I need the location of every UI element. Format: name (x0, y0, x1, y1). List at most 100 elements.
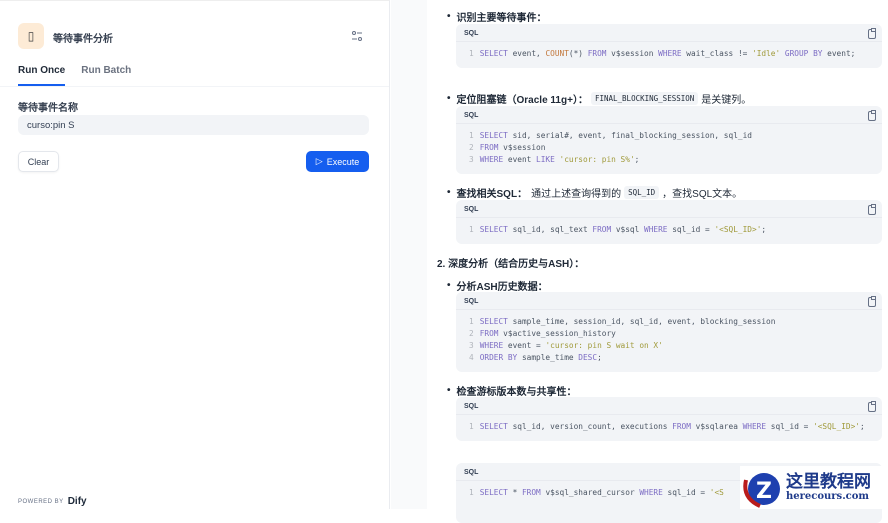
code-token: sid, serial#, event, final_blocking_sess… (507, 131, 752, 140)
bullet-2-title: 定位阻塞链（Oracle 11g+）： (456, 95, 588, 106)
code-token: '<SQL_ID>' (813, 422, 860, 431)
bullet-1: 识别主要等待事件： (447, 9, 547, 24)
section-heading: 2. 深度分析（结合历史与ASH）： (437, 259, 585, 270)
line-number: 1 (469, 131, 474, 140)
code-token: '<S (709, 488, 724, 497)
code-token: v$active_session_history (498, 329, 616, 338)
bullet-4: 分析ASH历史数据： (447, 278, 548, 293)
watermark-url: herecours.com (786, 491, 870, 502)
code-block: SQL 1 SELECT sql_id, sql_text FROM v$sql W… (456, 200, 882, 244)
code-token: FROM (521, 488, 541, 497)
code-token: GROUP BY (784, 49, 823, 58)
code-lang: SQL (464, 403, 479, 410)
code-token: sql_id, sql_text (507, 225, 593, 234)
code-content: 1 SELECT sample_time, session_id, sql_id,… (456, 310, 882, 372)
code-lang: SQL (464, 206, 479, 213)
code-block: SQL 1 SELECT sid, serial#, event, final_bl… (456, 106, 882, 174)
code-token: WHERE (742, 422, 767, 431)
tab-run-batch[interactable]: Run Batch (81, 65, 131, 86)
code-token: SELECT (479, 131, 508, 140)
line-number: 1 (469, 422, 474, 431)
code-token: SELECT (479, 488, 508, 497)
copy-icon[interactable] (868, 295, 876, 307)
code-token: FROM (479, 143, 499, 152)
code-token: LIKE (536, 155, 555, 164)
line-number: 2 (469, 143, 474, 152)
code-token: ; (597, 353, 602, 362)
copy-icon[interactable] (868, 400, 876, 412)
copy-icon[interactable] (868, 203, 876, 215)
code-lang: SQL (464, 112, 479, 119)
code-token: ; (634, 155, 640, 164)
code-token: WHERE (479, 341, 504, 350)
watermark-logo-icon: Z (743, 472, 780, 508)
field-label: 等待事件名称 (18, 103, 78, 114)
wait-event-input[interactable] (18, 115, 369, 135)
code-content: 1 SELECT sql_id, version_count, execution… (456, 415, 882, 441)
code-token: '<SQL_ID>' (714, 225, 762, 234)
code-block: SQL 1 SELECT sample_time, session_id, sql_… (456, 292, 882, 372)
line-number: 3 (469, 155, 474, 164)
line-number: 1 (469, 488, 474, 497)
code-token: 'Idle' (752, 49, 781, 58)
code-token: sql_id = (667, 225, 715, 234)
copy-icon[interactable] (868, 109, 876, 121)
bullet-3: 查找相关SQL：通过上述查询得到的SQL_ID，查找SQL文本。 (447, 185, 742, 200)
code-token: ; (761, 225, 767, 234)
inline-code: FINAL_BLOCKING_SESSION (590, 92, 699, 105)
code-token: WHERE (479, 155, 504, 164)
code-token: ORDER BY (479, 353, 518, 362)
code-token: sql_id = (662, 488, 710, 497)
clear-button[interactable]: Clear (18, 151, 59, 172)
bullet-2-text: 是关键列。 (701, 95, 752, 106)
code-token: FROM (592, 225, 612, 234)
line-number: 1 (469, 225, 474, 234)
play-icon: ▷ (315, 156, 323, 166)
execute-button[interactable]: ▷ Execute (306, 151, 369, 172)
copy-icon[interactable] (868, 27, 876, 39)
code-token: SELECT (479, 422, 508, 431)
code-token: event; (822, 49, 856, 58)
powered-by: POWERED BY Dify (18, 496, 87, 507)
code-token: SELECT (479, 49, 508, 58)
line-number: 3 (469, 341, 474, 350)
code-block: SQL 1 SELECT event, COUNT(*) FROM v$sessio… (456, 24, 882, 68)
code-token: event (503, 155, 537, 164)
code-token: event = (503, 341, 546, 350)
code-token: DESC (578, 353, 598, 362)
code-block: SQL 1 SELECT sql_id, version_count, execut… (456, 397, 882, 441)
code-token: ; (859, 422, 865, 431)
code-token: v$sql_shared_cursor (540, 488, 640, 497)
code-token: event, (507, 49, 546, 58)
code-content: 1 SELECT sql_id, sql_text FROM v$sql WHER… (456, 218, 882, 244)
code-token: SELECT (479, 225, 508, 234)
code-token: v$session (498, 143, 546, 152)
line-number: 4 (469, 353, 474, 362)
bullet-3-rest: ，查找SQL文本。 (662, 189, 743, 200)
settings-sliders-icon[interactable] (351, 30, 363, 42)
svg-text:Z: Z (756, 479, 772, 504)
code-token: 'cursor: pin S wait on X' (545, 341, 663, 350)
inline-code: SQL_ID (624, 186, 660, 199)
code-token: COUNT (545, 49, 569, 58)
code-token: WHERE (639, 488, 663, 497)
code-token: * (507, 488, 522, 497)
tab-run-once[interactable]: Run Once (18, 65, 66, 86)
tab-divider (0, 86, 389, 87)
code-content: 1 SELECT event, COUNT(*) FROM v$session W… (456, 42, 882, 68)
code-token: sample_time, session_id, sql_id, event, … (507, 317, 776, 326)
app-title: 等待事件分析 (53, 34, 113, 45)
watermark-title: 这里教程网 (786, 472, 871, 492)
code-token: sample_time (517, 353, 579, 362)
code-content: 1 SELECT sid, serial#, event, final_block… (456, 124, 882, 174)
code-token: FROM (587, 49, 607, 58)
input-panel: ▯ 等待事件分析 Run Once Run Batch 等待事件名称 Clear… (0, 0, 390, 509)
code-token: sql_id = (766, 422, 814, 431)
line-number: 2 (469, 329, 474, 338)
code-token: WHERE (644, 225, 668, 234)
code-token: wait_class != (681, 49, 753, 58)
code-token: sql_id, version_count, executions (507, 422, 673, 431)
line-number: 1 (469, 317, 474, 326)
powered-text: POWERED BY (18, 498, 64, 505)
app-emoji-icon: ▯ (18, 23, 44, 49)
